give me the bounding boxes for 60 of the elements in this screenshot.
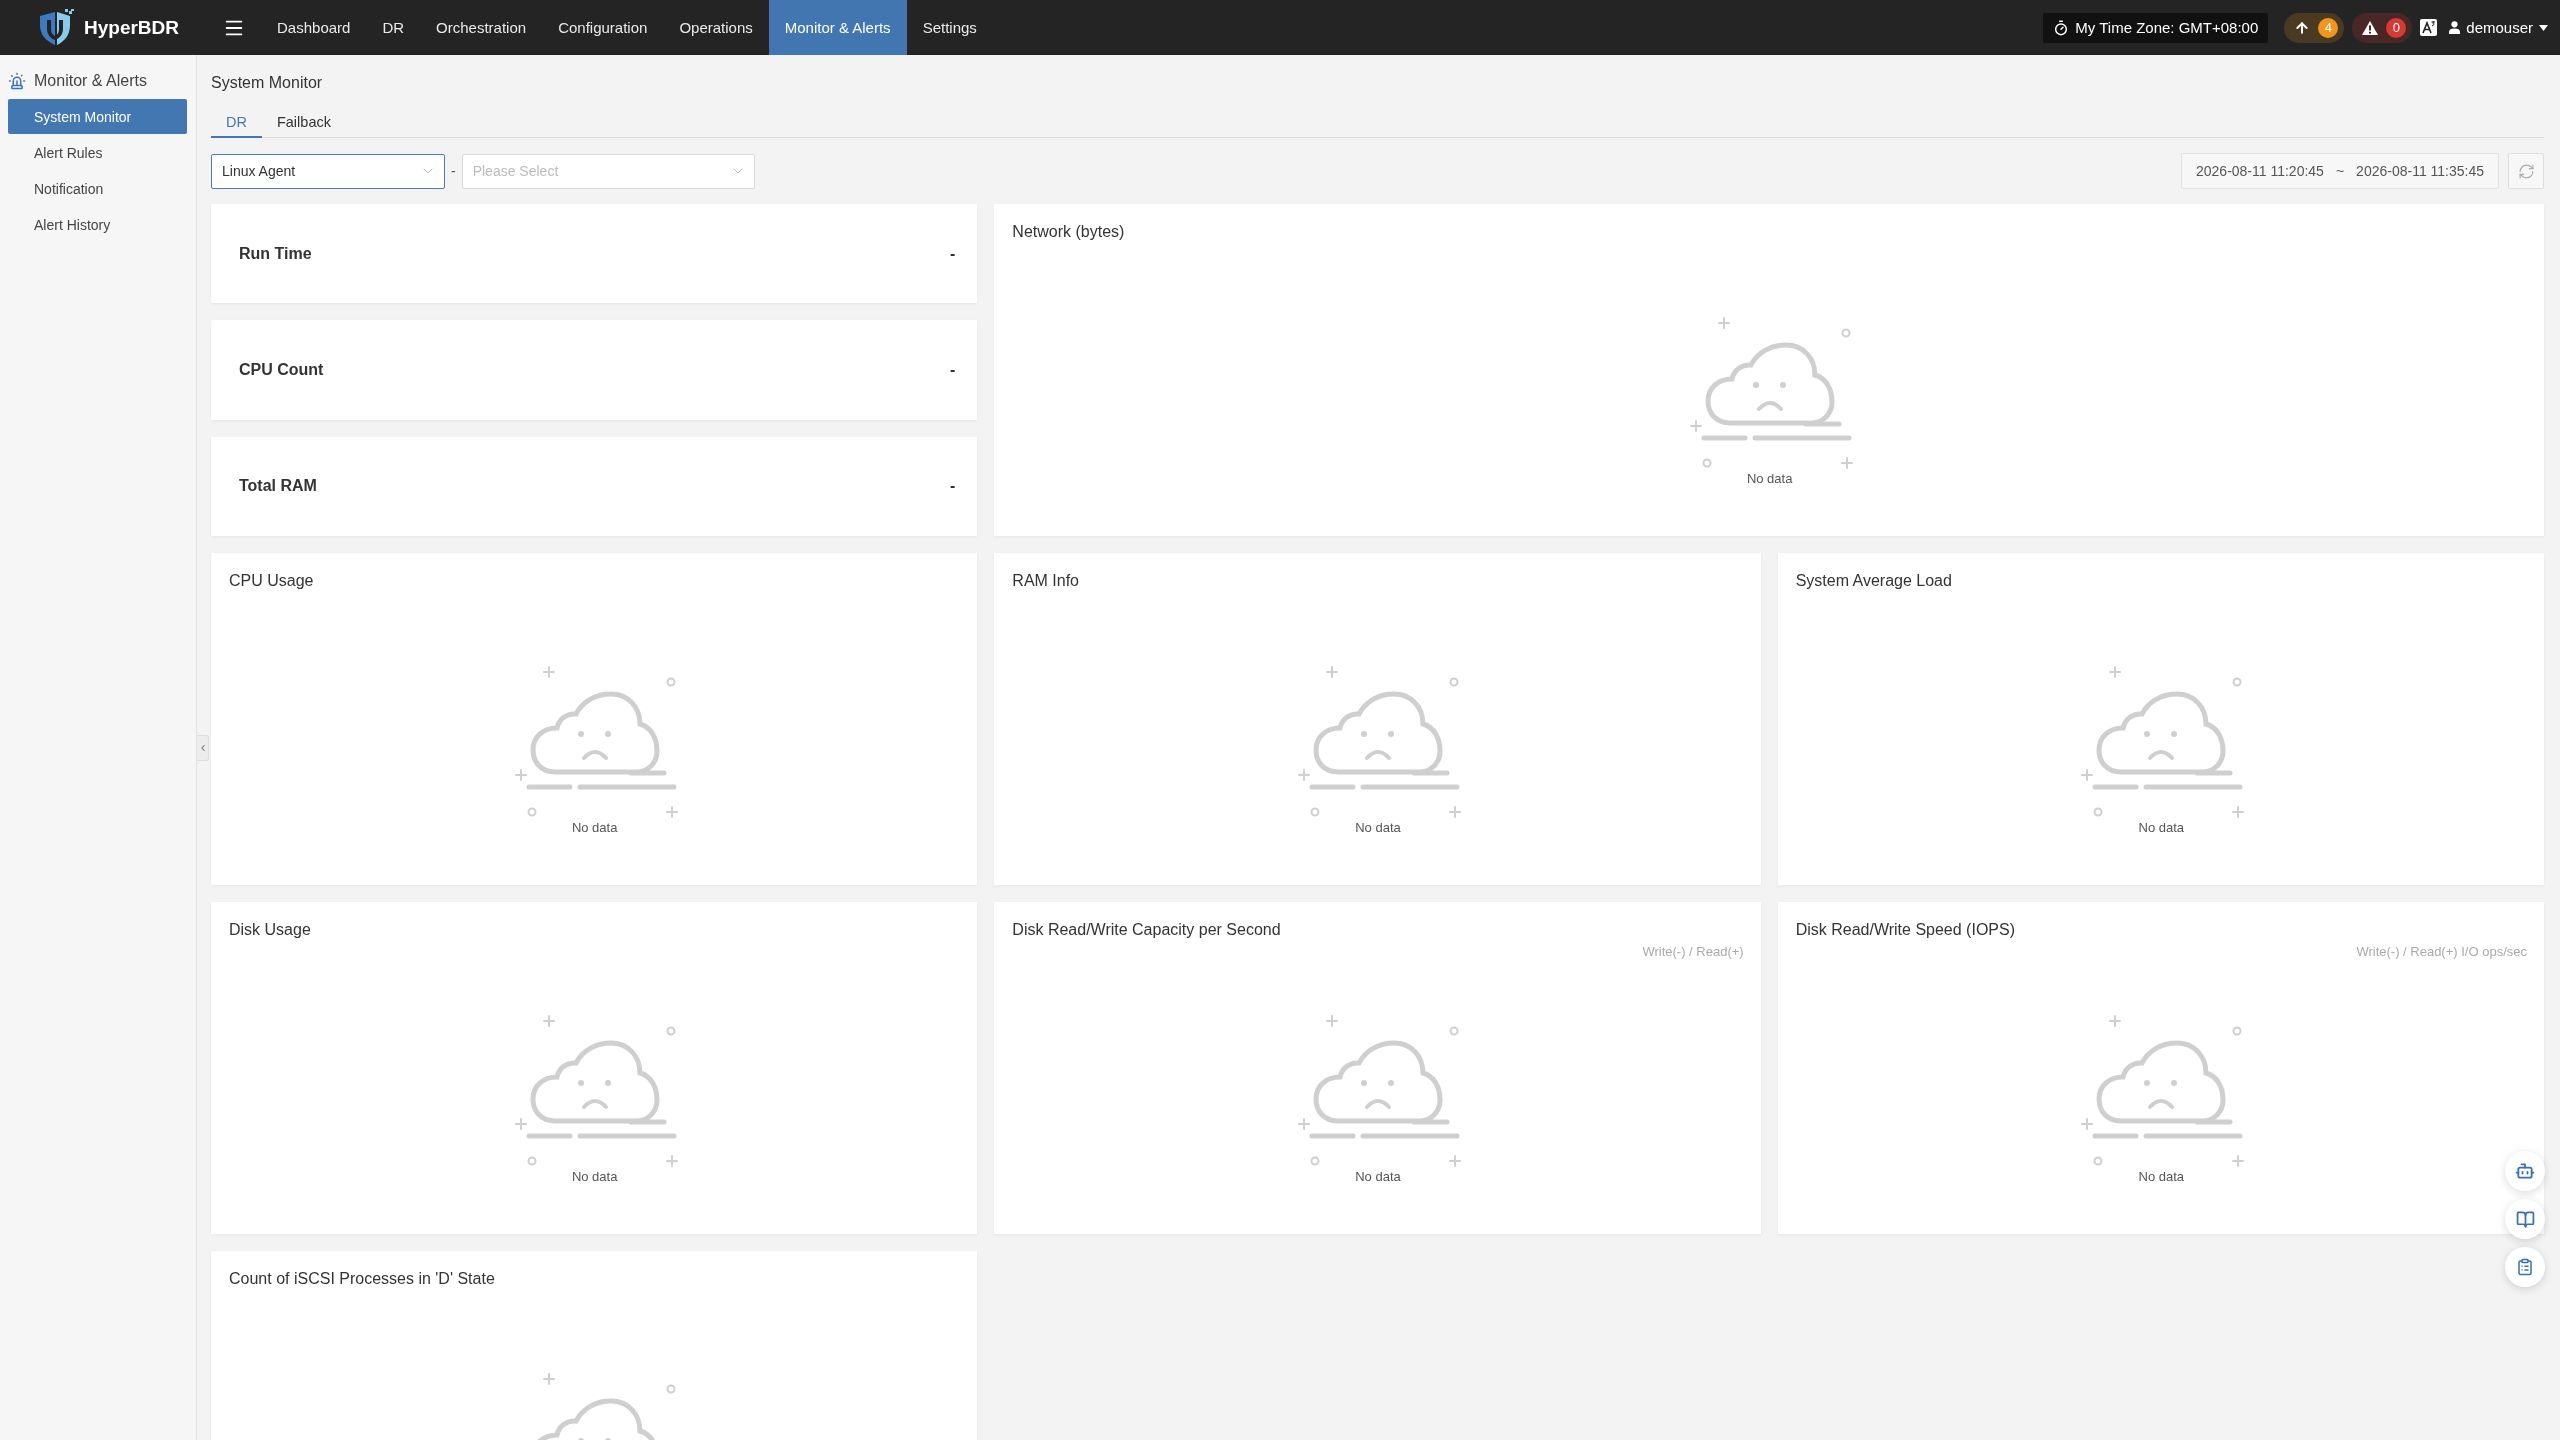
user-menu[interactable]: demouser [2449,19,2548,36]
empty-state-text: No data [1355,819,1401,837]
nav-item[interactable]: Configuration [542,0,664,55]
chart-title: Disk Usage [229,920,312,940]
clipboard-icon [2516,1258,2534,1276]
empty-state-text: No data [571,1168,618,1186]
chart-title: Network (bytes) [1012,222,1126,242]
stat-label: CPU Count [239,361,324,379]
warning-icon [2362,20,2379,35]
timer-icon [2053,19,2070,36]
count-badge: 4 [2318,17,2339,38]
stat-value: - [950,244,956,263]
caret-down-icon [2539,24,2548,31]
nav-item[interactable]: Operations [663,0,769,55]
count-badge: 0 [2386,17,2407,38]
sidebar-item[interactable]: Notification [8,171,187,206]
siren-icon [8,72,26,90]
empty-state-text: No data [2138,819,2185,837]
chart-title: Disk Read/Write Speed (IOPS) [1795,920,2016,940]
stat-label: Run Time [239,244,312,263]
nav-item[interactable]: DR [366,0,421,55]
alert-status-button[interactable]: 0 [2352,12,2413,43]
empty-state-text: No data [2138,1168,2185,1186]
chart-title: Count of iSCSI Processes in 'D' State [229,1269,496,1289]
brand-name: HyperBDR [84,16,180,39]
select-field[interactable]: Linux Agent [211,153,445,189]
stat-value: - [950,361,956,379]
chart-title: CPU Usage [229,571,315,591]
sidebar-item[interactable]: Alert Rules [8,135,187,170]
empty-state-text: No data [571,819,618,837]
chart-title: RAM Info [1012,571,1080,591]
nav-item[interactable]: Monitor & Alerts [768,0,907,55]
sidebar-item[interactable]: Alert History [8,207,187,242]
sidebar-item[interactable]: System Monitor [8,99,187,134]
page-title: System Monitor [211,73,324,93]
chart-unit-note: Write(-) / Read(+) [1642,943,1744,961]
chart-title: Disk Read/Write Capacity per Second [1012,920,1282,940]
sidebar-title: Monitor & Alerts [34,72,147,90]
user-icon [2449,21,2461,34]
refresh-icon [2517,162,2535,180]
nav-item[interactable]: Orchestration [420,0,543,55]
nav-item[interactable]: Settings [906,0,993,55]
chart-unit-note: Write(-) / Read(+) I/O ops/sec [2356,943,2527,961]
shield-logo-icon [38,8,74,47]
separator-text: - [451,163,456,179]
collapse-handle[interactable] [197,734,209,761]
empty-state-text: No data [1355,1168,1401,1186]
tab[interactable]: DR [211,107,262,138]
date-range-field[interactable]: 2026-08-11 11:20:45 ~ 2026-08-11 11:35:45 [2181,153,2499,189]
tab[interactable]: Failback [261,107,346,138]
nav-item[interactable]: Dashboard [261,0,367,55]
translate-icon[interactable] [2420,19,2438,36]
time-zone-button[interactable]: My Time Zone: GMT+08:00 [2043,12,2269,43]
stat-label: Total RAM [239,477,317,496]
book-icon [2515,1209,2535,1229]
chart-title: System Average Load [1795,571,1953,591]
stat-value: - [950,477,956,496]
robot-icon [2515,1161,2535,1181]
clipboard-button[interactable] [2505,1247,2545,1287]
empty-state-text: No data [1746,470,1793,488]
